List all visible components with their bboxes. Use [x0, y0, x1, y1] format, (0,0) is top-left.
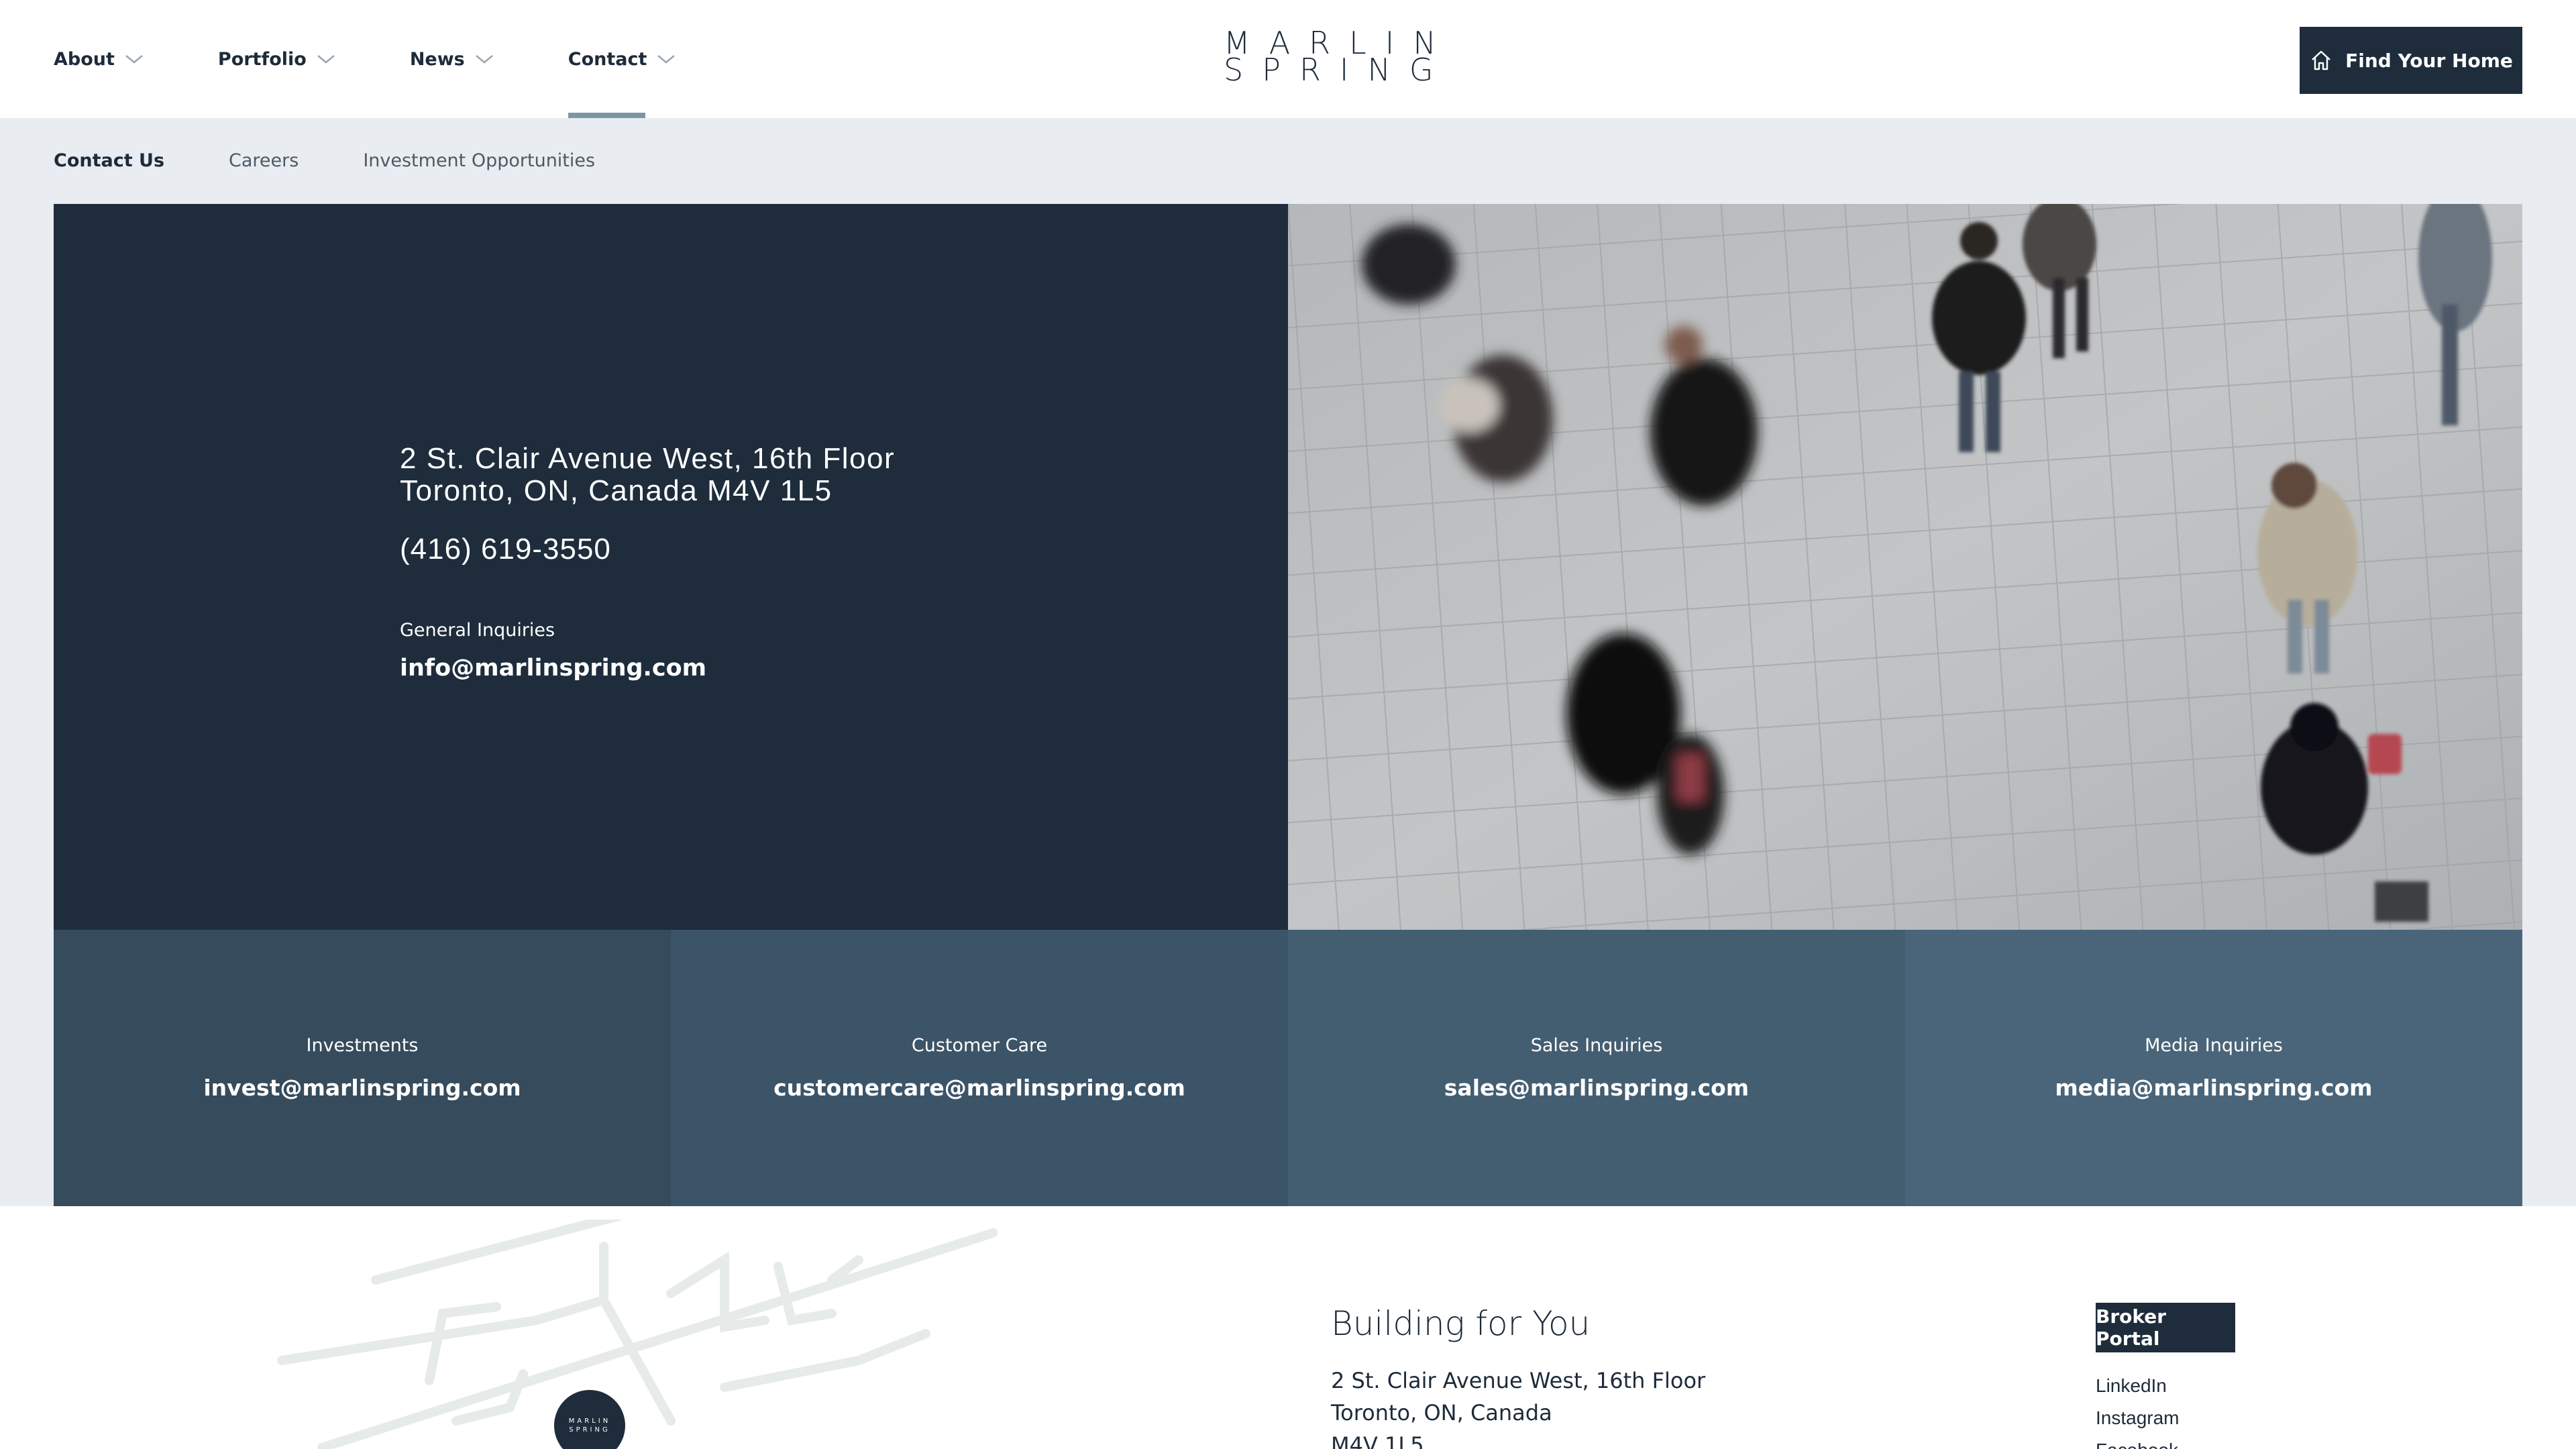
hero-photo: [1288, 204, 2522, 930]
customer-care-cell: Customer Care customercare@marlinspring.…: [671, 930, 1288, 1206]
department-contacts: Investments invest@marlinspring.com Cust…: [54, 930, 2522, 1206]
customer-care-label: Customer Care: [911, 1035, 1048, 1056]
chevron-down-icon: [317, 55, 335, 64]
contact-info-panel: 2 St. Clair Avenue West, 16th Floor Toro…: [54, 204, 1288, 930]
sales-inquiries-email[interactable]: sales@marlinspring.com: [1444, 1075, 1749, 1101]
phone-number[interactable]: (416) 619-3550: [400, 533, 611, 566]
nav-about-label: About: [54, 48, 115, 70]
customer-care-email[interactable]: customercare@marlinspring.com: [773, 1075, 1185, 1101]
contact-subnav: Contact Us Careers Investment Opportunit…: [54, 150, 659, 171]
social-links: LinkedIn Instagram Facebook: [2096, 1370, 2180, 1449]
footer-address-line-3: M4V 1L5: [1331, 1432, 1424, 1449]
broker-portal-button[interactable]: Broker Portal: [2096, 1303, 2235, 1352]
nav-portfolio-label: Portfolio: [217, 48, 307, 70]
address-line-1: 2 St. Clair Avenue West, 16th Floor: [400, 442, 896, 475]
nav-contact-label: Contact: [568, 48, 647, 70]
pedestrians-photo: [1288, 204, 2522, 930]
facebook-link[interactable]: Facebook: [2096, 1434, 2180, 1449]
site-footer: MARLIN SPRING Building for You 2 St. Cla…: [0, 1206, 2576, 1449]
subnav-contact-us[interactable]: Contact Us: [54, 150, 164, 171]
site-logo[interactable]: MARLIN SPRING: [1205, 28, 1452, 88]
badge-line-1: MARLIN: [568, 1417, 611, 1425]
find-your-home-label: Find Your Home: [2345, 49, 2513, 72]
nav-portfolio[interactable]: Portfolio: [218, 0, 336, 118]
logo-line-2: SPRING: [1224, 52, 1452, 88]
investments-label: Investments: [306, 1035, 419, 1056]
general-inquiries-label: General Inquiries: [400, 620, 555, 641]
chevron-down-icon: [125, 55, 143, 64]
footer-address-line-1: 2 St. Clair Avenue West, 16th Floor: [1331, 1368, 1706, 1393]
nav-news[interactable]: News: [410, 0, 494, 118]
office-address: 2 St. Clair Avenue West, 16th Floor Toro…: [400, 443, 895, 507]
nav-contact[interactable]: Contact: [568, 0, 677, 118]
main-nav: About Portfolio News Contact: [54, 0, 750, 118]
linkedin-link[interactable]: LinkedIn: [2096, 1370, 2180, 1402]
investments-email[interactable]: invest@marlinspring.com: [203, 1075, 521, 1101]
media-inquiries-cell: Media Inquiries media@marlinspring.com: [1905, 930, 2522, 1206]
media-inquiries-label: Media Inquiries: [2145, 1035, 2283, 1056]
nav-news-label: News: [409, 48, 465, 70]
chevron-down-icon: [475, 55, 493, 64]
investments-cell: Investments invest@marlinspring.com: [54, 930, 671, 1206]
map-illustration: [277, 1220, 998, 1449]
find-your-home-button[interactable]: Find Your Home: [2300, 27, 2522, 94]
chevron-down-icon: [657, 55, 676, 64]
home-icon: [2312, 50, 2330, 70]
instagram-link[interactable]: Instagram: [2096, 1402, 2180, 1434]
address-line-2: Toronto, ON, Canada M4V 1L5: [400, 474, 833, 507]
footer-address-line-2: Toronto, ON, Canada: [1331, 1400, 1552, 1426]
sales-inquiries-label: Sales Inquiries: [1530, 1035, 1663, 1056]
footer-title: Building for You: [1331, 1304, 1591, 1343]
footer-address: 2 St. Clair Avenue West, 16th Floor Toro…: [1331, 1364, 1705, 1449]
subnav-careers[interactable]: Careers: [229, 150, 299, 171]
general-inquiries-email[interactable]: info@marlinspring.com: [400, 655, 706, 682]
badge-line-2: SPRING: [569, 1426, 610, 1434]
sales-inquiries-cell: Sales Inquiries sales@marlinspring.com: [1288, 930, 1905, 1206]
media-inquiries-email[interactable]: media@marlinspring.com: [2055, 1075, 2372, 1101]
nav-about[interactable]: About: [54, 0, 144, 118]
site-header: About Portfolio News Contact MARLIN SPRI…: [0, 0, 2576, 118]
subnav-investment-opportunities[interactable]: Investment Opportunities: [363, 150, 595, 171]
